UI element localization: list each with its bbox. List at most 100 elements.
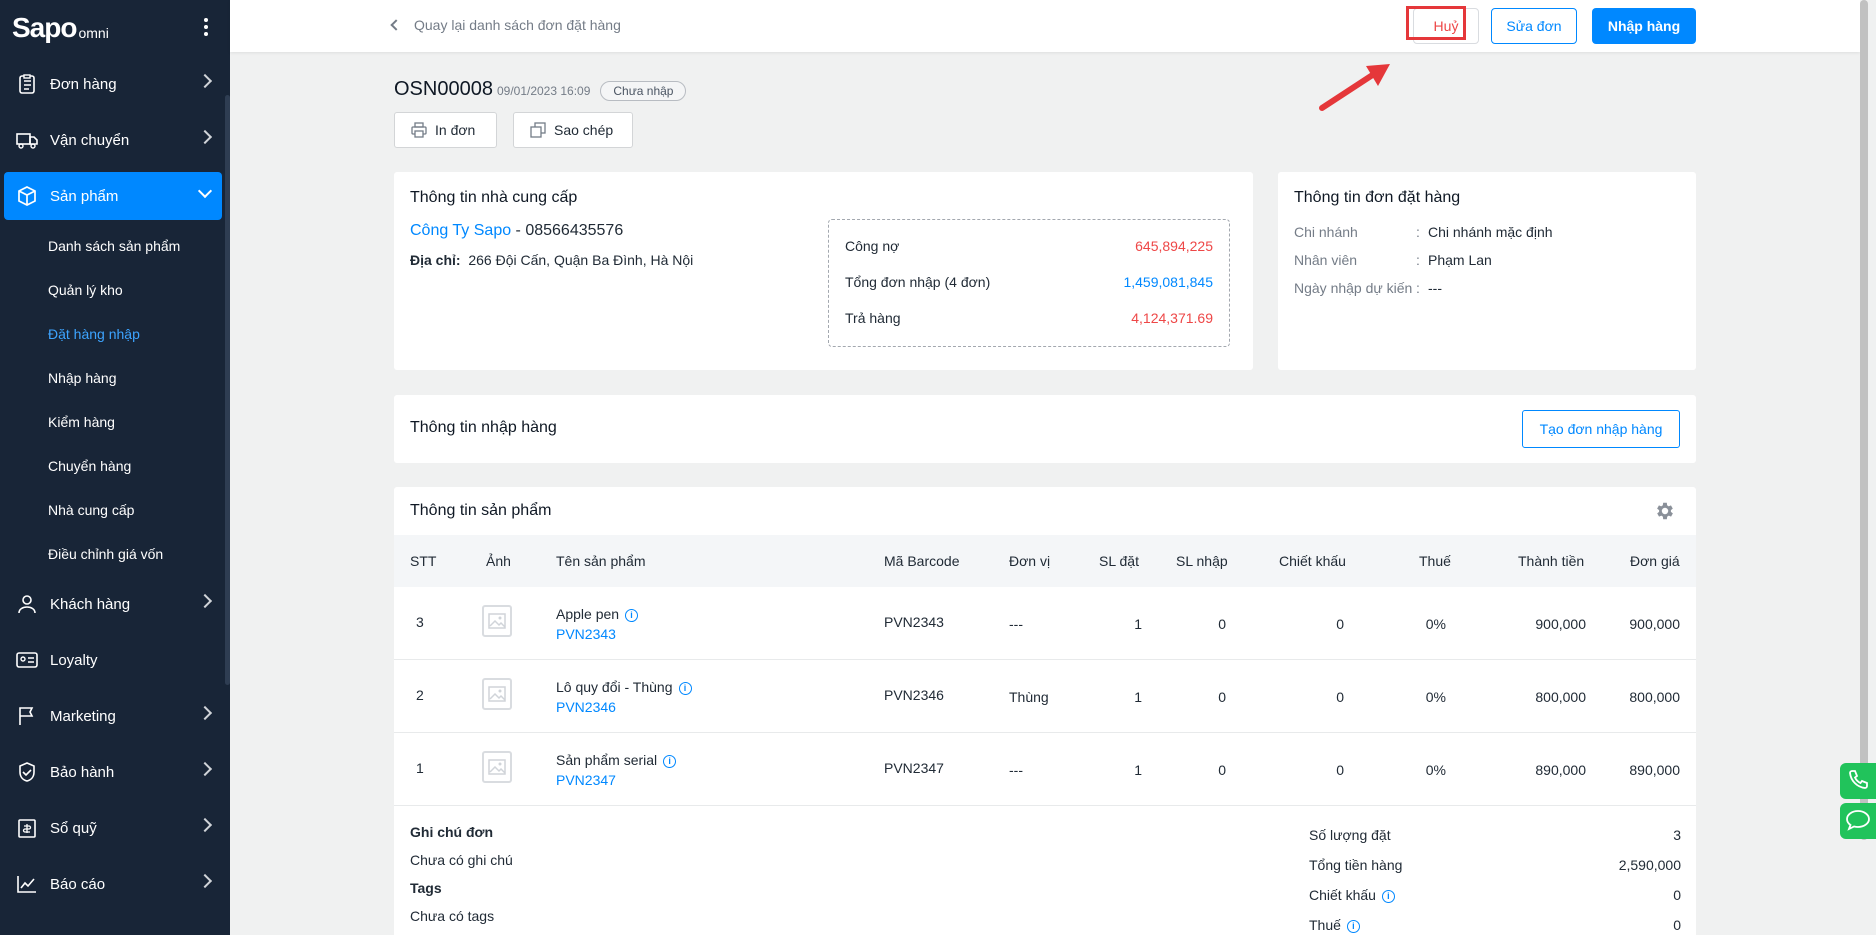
subitem-product-list[interactable]: Danh sách sản phẩm (0, 224, 230, 268)
row-tax: 0% (1425, 762, 1446, 778)
sidebar-item-reports[interactable]: Báo cáo (0, 856, 230, 912)
row-total: 900,000 (1535, 616, 1586, 632)
summary-discount-row: Chiết khấu i 0 (1309, 887, 1681, 917)
summary-discount-label: Chiết khấu i (1309, 887, 1395, 917)
supplier-stats: Công nợ 645,894,225 Tổng đơn nhập (4 đơn… (828, 219, 1230, 347)
sidebar-item-marketing[interactable]: Marketing (0, 688, 230, 744)
import-goods-button[interactable]: Nhập hàng (1592, 8, 1696, 44)
product-name-text: Sản phẩm serial (556, 752, 658, 768)
order-info-card: Thông tin đơn đặt hàng Chi nhánh : Chi n… (1278, 172, 1696, 370)
sidebar-item-shipping[interactable]: Vận chuyển (0, 112, 230, 168)
info-icon[interactable]: i (678, 681, 692, 695)
status-badge: Chưa nhập (600, 81, 687, 101)
row-discount: 0 (1336, 762, 1344, 778)
sidebar-item-label: Marketing (50, 707, 116, 725)
topbar: Quay lại danh sách đơn đặt hàng Huỷ Sửa … (230, 0, 1860, 52)
chat-button[interactable] (1840, 803, 1876, 839)
sidebar-scrollbar[interactable] (225, 95, 230, 685)
sidebar: Sapo omni Đơn hàng Vận chuyển Sản phẩm D… (0, 0, 230, 935)
warranty-shield-icon (16, 761, 38, 783)
gear-icon[interactable] (1654, 500, 1676, 525)
expected-date-value: --- (1428, 280, 1442, 296)
product-name: Lô quy đổi - Thùng i (556, 679, 692, 695)
subitem-suppliers[interactable]: Nhà cung cấp (0, 488, 230, 532)
cancel-order-button[interactable]: Huỷ (1413, 8, 1479, 44)
sidebar-item-label: Sổ quỹ (50, 819, 97, 837)
sidebar-item-customers[interactable]: Khách hàng (0, 576, 230, 632)
table-row: 3 Apple pen i PVN2343 PVN2343 --- 1 0 0 0… (394, 587, 1696, 660)
marketing-flag-icon (16, 705, 38, 727)
subitem-receive-goods[interactable]: Nhập hàng (0, 356, 230, 400)
edit-order-button[interactable]: Sửa đơn (1491, 8, 1577, 44)
sidebar-item-label: Báo cáo (50, 875, 106, 893)
subitem-inventory[interactable]: Quản lý kho (0, 268, 230, 312)
summary-qty-value: 3 (1673, 827, 1681, 843)
subitem-transfer[interactable]: Chuyển hàng (0, 444, 230, 488)
sidebar-item-loyalty[interactable]: Loyalty (0, 632, 230, 688)
summary-goods-row: Tổng tiền hàng 2,590,000 (1309, 857, 1681, 887)
row-unit: --- (1009, 762, 1023, 778)
product-sku-link[interactable]: PVN2346 (556, 699, 616, 715)
chevron-right-icon (197, 593, 213, 609)
image-placeholder-icon (482, 678, 512, 710)
printer-icon (411, 122, 427, 138)
image-placeholder-icon (482, 751, 512, 783)
order-summary: Số lượng đặt 3 Tổng tiền hàng 2,590,000 … (1309, 827, 1681, 935)
summary-discount-text: Chiết khấu (1309, 887, 1376, 903)
debt-value: 645,894,225 (1135, 238, 1213, 254)
branch-label: Chi nhánh (1294, 224, 1358, 240)
chevron-right-icon (197, 761, 213, 777)
info-icon[interactable]: i (663, 754, 677, 768)
table-header: STT Ảnh Tên sản phẩm Mã Barcode Đơn vị S… (394, 535, 1696, 587)
return-label: Trả hàng (845, 310, 901, 326)
sidebar-item-products[interactable]: Sản phẩm (4, 172, 222, 220)
staff-label: Nhân viên (1294, 252, 1358, 268)
logo-sub: omni (78, 25, 109, 41)
note-value: Chưa có ghi chú (410, 852, 513, 868)
col-name: Tên sản phẩm (556, 553, 646, 569)
logo[interactable]: Sapo omni (0, 0, 230, 56)
product-sku-link[interactable]: PVN2347 (556, 772, 616, 788)
phone-button[interactable] (1840, 763, 1876, 799)
staff-value: Phạm Lan (1428, 252, 1492, 268)
row-barcode: PVN2347 (884, 760, 944, 776)
arrow-annotation-icon (1319, 64, 1390, 111)
col-stt: STT (410, 553, 437, 569)
info-icon[interactable]: i (1346, 919, 1360, 933)
product-sku-link[interactable]: PVN2343 (556, 626, 616, 642)
import-info-card: Thông tin nhập hàng Tạo đơn nhập hàng (394, 395, 1696, 463)
scrollbar-thumb[interactable] (1860, 0, 1868, 840)
row-total: 800,000 (1535, 689, 1586, 705)
supplier-separator: - (511, 222, 526, 239)
summary-goods-value: 2,590,000 (1618, 857, 1681, 873)
print-label: In đơn (435, 122, 476, 138)
supplier-name-link[interactable]: Công Ty Sapo (410, 222, 511, 239)
colon: : (1416, 280, 1420, 296)
summary-tax-label: Thuế i (1309, 917, 1360, 935)
row-discount: 0 (1336, 689, 1344, 705)
cashbook-icon (16, 817, 38, 839)
sidebar-item-cashbook[interactable]: Sổ quỹ (0, 800, 230, 856)
copy-button[interactable]: Sao chép (513, 112, 633, 148)
sidebar-item-orders[interactable]: Đơn hàng (0, 56, 230, 112)
row-qty-order: 1 (1134, 762, 1142, 778)
total-import-value[interactable]: 1,459,081,845 (1123, 274, 1213, 290)
kebab-icon[interactable] (204, 18, 208, 36)
row-unit: Thùng (1009, 689, 1049, 705)
create-import-button[interactable]: Tạo đơn nhập hàng (1522, 410, 1680, 448)
row-qty-order: 1 (1134, 616, 1142, 632)
col-unit: Đơn vị (1009, 553, 1051, 569)
subitem-stocktake[interactable]: Kiểm hàng (0, 400, 230, 444)
expected-date-row: Ngày nhập dự kiến : --- (1294, 280, 1442, 296)
info-icon[interactable]: i (1381, 889, 1395, 903)
back-link[interactable]: Quay lại danh sách đơn đặt hàng (390, 17, 621, 33)
order-notes: Ghi chú đơn Chưa có ghi chú Tags Chưa có… (410, 824, 513, 935)
col-barcode: Mã Barcode (884, 553, 960, 569)
customer-icon (16, 593, 38, 615)
subitem-purchase-orders[interactable]: Đặt hàng nhập (0, 312, 230, 356)
sidebar-item-warranty[interactable]: Bảo hành (0, 744, 230, 800)
supplier-name-line: Công Ty Sapo - 08566435576 (410, 222, 623, 240)
subitem-cost-adjust[interactable]: Điều chỉnh giá vốn (0, 532, 230, 576)
info-icon[interactable]: i (625, 608, 639, 622)
print-button[interactable]: In đơn (394, 112, 497, 148)
